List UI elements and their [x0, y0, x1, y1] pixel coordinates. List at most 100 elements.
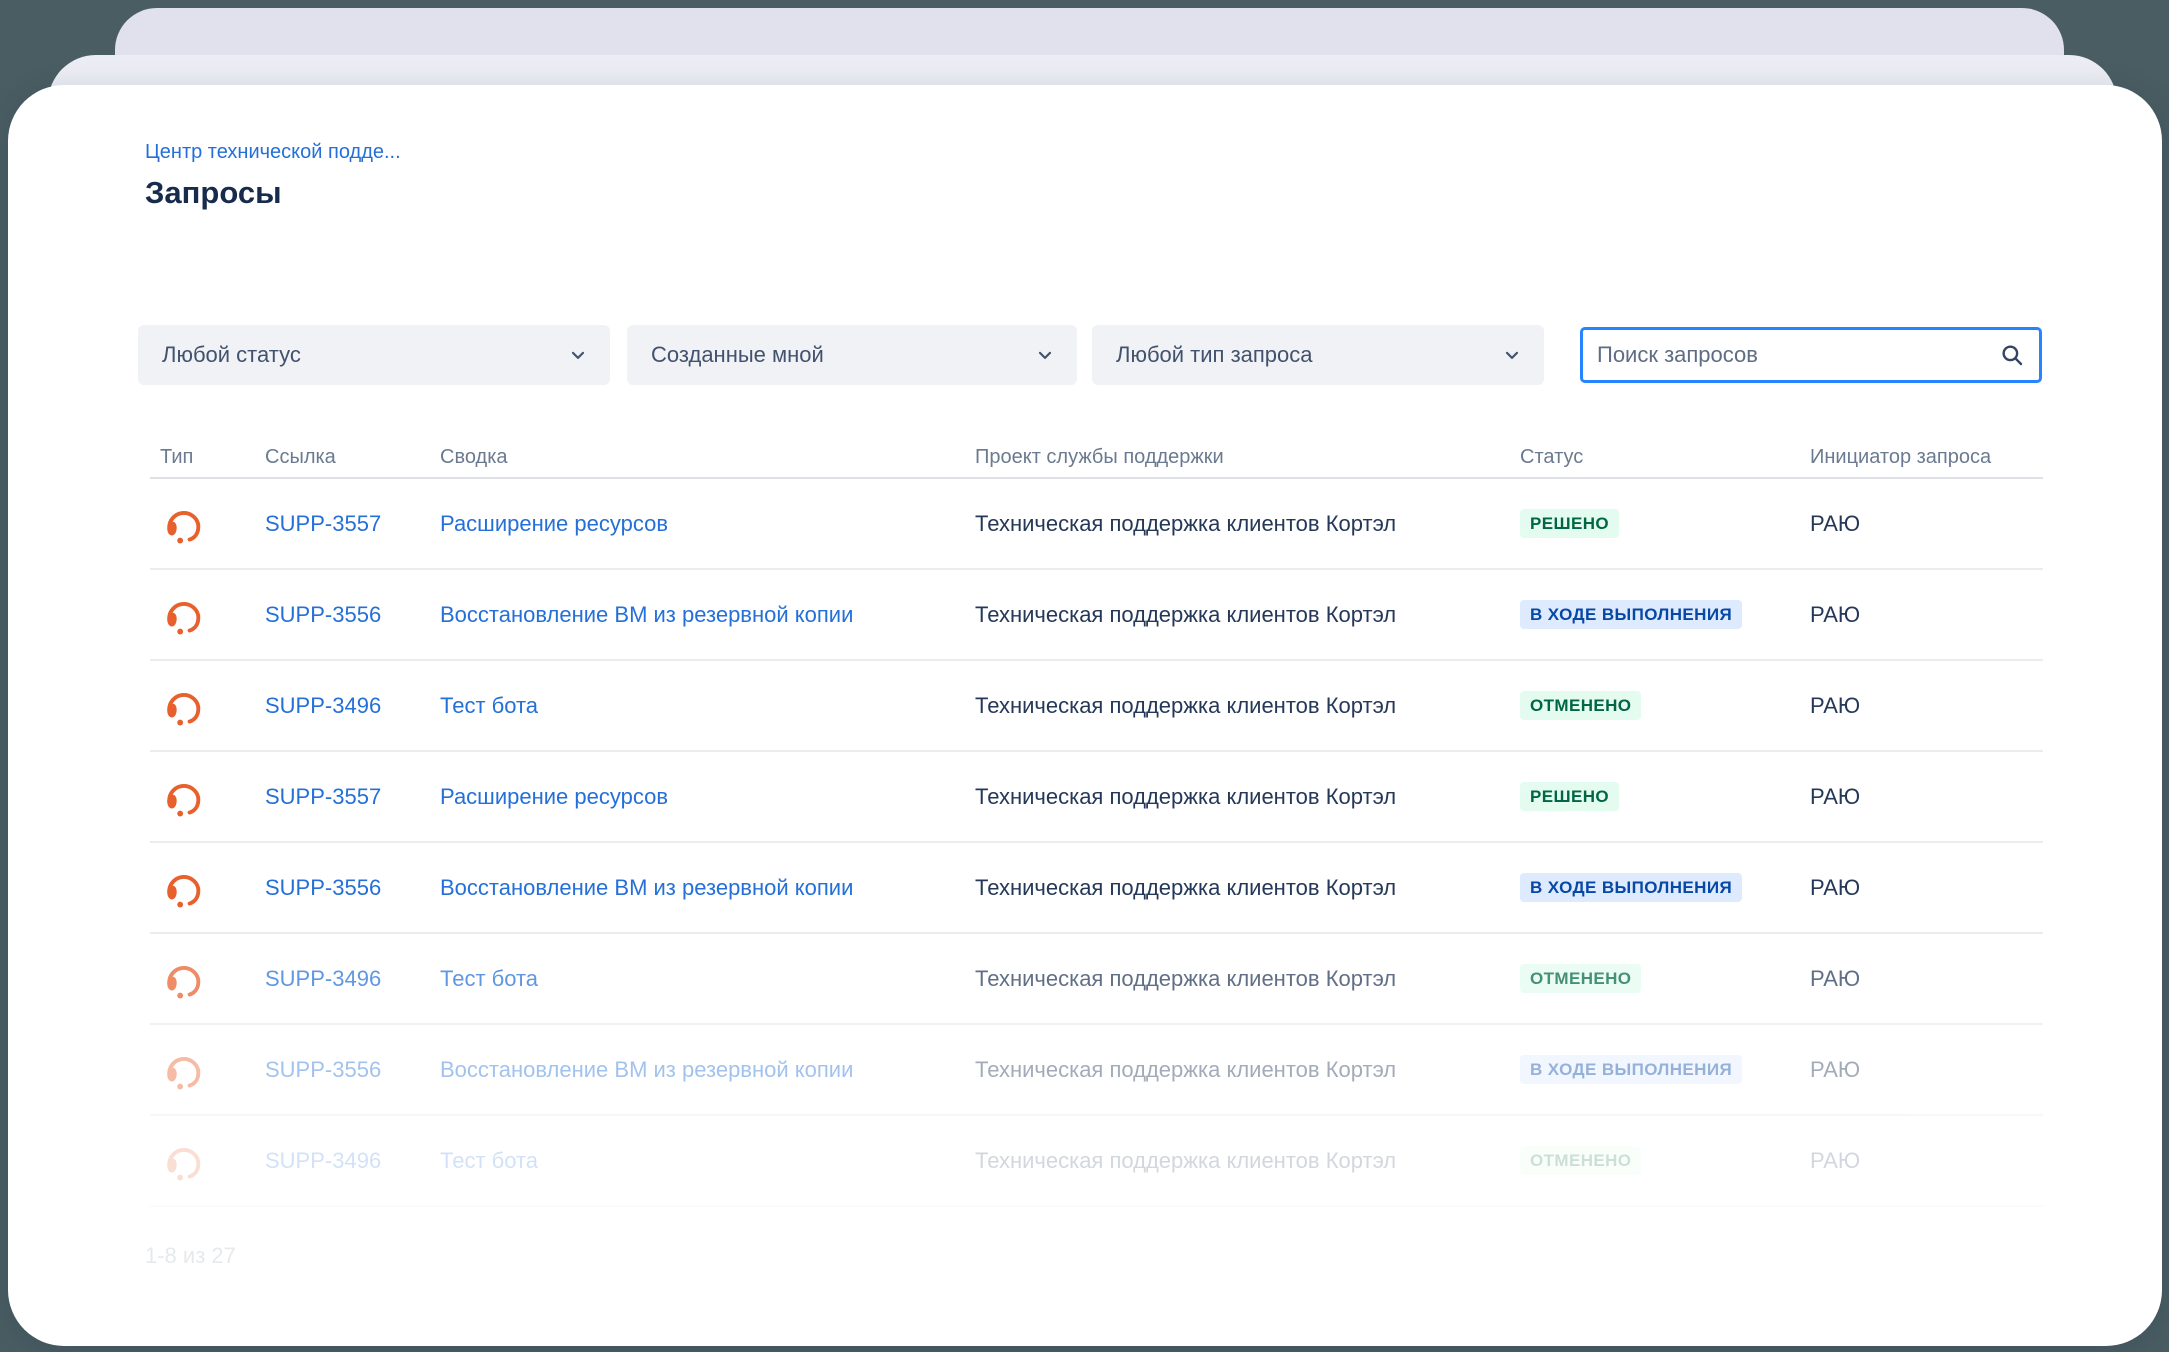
status-cell: В ХОДЕ ВЫПОЛНЕНИЯ: [1510, 600, 1800, 629]
breadcrumb-help-center-link[interactable]: Центр технической подде...: [145, 141, 401, 164]
page-title: Запросы: [145, 175, 282, 210]
request-summary-link[interactable]: Расширение ресурсов: [440, 511, 668, 536]
status-badge: РЕШЕНО: [1520, 509, 1619, 538]
column-header-type: Тип: [160, 445, 194, 468]
column-header-project: Проект службы поддержки: [975, 445, 1224, 468]
reporter-cell: РАЮ: [1810, 874, 1861, 900]
request-summary-link[interactable]: Восстановление ВМ из резервной копии: [440, 875, 853, 900]
owner-filter-value: Созданные мной: [651, 342, 824, 367]
headset-icon: [167, 1057, 201, 1090]
request-summary-link[interactable]: Расширение ресурсов: [440, 784, 668, 809]
search-icon: [2002, 345, 2023, 366]
status-cell: ОТМЕНЕНО: [1510, 1146, 1800, 1175]
request-reference-link[interactable]: SUPP-3496: [265, 1148, 381, 1173]
request-summary-cell: Тест бота: [430, 966, 965, 992]
portal-window: Центр технической подде... Запросы Любой…: [8, 85, 2162, 1346]
status-badge: ОТМЕНЕНО: [1520, 691, 1642, 720]
status-badge: ОТМЕНЕНО: [1520, 1146, 1642, 1175]
request-type-cell: [150, 864, 255, 911]
status-badge: РЕШЕНО: [1520, 782, 1619, 811]
request-reference-cell: SUPP-3556: [255, 1057, 430, 1083]
request-summary-cell: Расширение ресурсов: [430, 511, 965, 537]
request-type-cell: [150, 682, 255, 729]
reporter-cell: РАЮ: [1810, 510, 1861, 536]
table-row: SUPP-3557 Расширение ресурсов Техническа…: [150, 479, 2043, 570]
request-summary-link[interactable]: Тест бота: [440, 693, 538, 718]
table-row: SUPP-3556 Восстановление ВМ из резервной…: [150, 1025, 2043, 1116]
service-project-cell: Техническая поддержка клиентов Кортэл: [975, 1147, 1397, 1173]
status-cell: ОТМЕНЕНО: [1510, 964, 1800, 993]
table-row: SUPP-3496 Тест бота Техническая поддержк…: [150, 1116, 2043, 1207]
request-type-cell: [150, 500, 255, 547]
request-type-cell: [150, 1046, 255, 1093]
headset-icon: [167, 875, 201, 908]
headset-icon: [167, 966, 201, 999]
status-badge: В ХОДЕ ВЫПОЛНЕНИЯ: [1520, 873, 1743, 902]
request-summary-link[interactable]: Тест бота: [440, 966, 538, 991]
request-reference-link[interactable]: SUPP-3496: [265, 693, 381, 718]
table-row: SUPP-3556 Восстановление ВМ из резервной…: [150, 570, 2043, 661]
status-cell: В ХОДЕ ВЫПОЛНЕНИЯ: [1510, 1055, 1800, 1084]
request-reference-link[interactable]: SUPP-3557: [265, 511, 381, 536]
chevron-down-icon: [571, 351, 585, 359]
column-header-reference: Ссылка: [265, 445, 336, 468]
request-summary-cell: Восстановление ВМ из резервной копии: [430, 875, 965, 901]
request-type-cell: [150, 591, 255, 638]
service-project-cell: Техническая поддержка клиентов Кортэл: [975, 874, 1397, 900]
search-box: [1580, 327, 2042, 383]
request-summary-cell: Тест бота: [430, 693, 965, 719]
reporter-cell: РАЮ: [1810, 965, 1861, 991]
table-row: SUPP-3496 Тест бота Техническая поддержк…: [150, 934, 2043, 1025]
request-type-cell: [150, 1137, 255, 1184]
status-cell: РЕШЕНО: [1510, 782, 1800, 811]
service-project-cell: Техническая поддержка клиентов Кортэл: [975, 965, 1397, 991]
service-project-cell: Техническая поддержка клиентов Кортэл: [975, 692, 1397, 718]
request-summary-link[interactable]: Тест бота: [440, 1148, 538, 1173]
status-filter-value: Любой статус: [162, 342, 301, 367]
owner-filter-dropdown[interactable]: Созданные мной: [627, 325, 1077, 385]
column-header-summary: Сводка: [440, 445, 508, 468]
request-reference-cell: SUPP-3557: [255, 784, 430, 810]
chevron-down-icon: [1038, 351, 1052, 359]
status-cell: ОТМЕНЕНО: [1510, 691, 1800, 720]
service-project-cell: Техническая поддержка клиентов Кортэл: [975, 1056, 1397, 1082]
request-reference-cell: SUPP-3556: [255, 875, 430, 901]
headset-icon: [167, 602, 201, 635]
service-project-cell: Техническая поддержка клиентов Кортэл: [975, 510, 1397, 536]
reporter-cell: РАЮ: [1810, 783, 1861, 809]
column-header-status: Статус: [1520, 445, 1584, 468]
filter-bar: Любой статус Созданные мной Любой тип за…: [8, 325, 2162, 385]
column-header-reporter: Инициатор запроса: [1810, 445, 1992, 468]
request-reference-link[interactable]: SUPP-3496: [265, 966, 381, 991]
reporter-cell: РАЮ: [1810, 601, 1861, 627]
request-reference-link[interactable]: SUPP-3556: [265, 875, 381, 900]
request-type-cell: [150, 773, 255, 820]
request-reference-link[interactable]: SUPP-3556: [265, 602, 381, 627]
request-summary-link[interactable]: Восстановление ВМ из резервной копии: [440, 1057, 853, 1082]
headset-icon: [167, 1148, 201, 1181]
service-project-cell: Техническая поддержка клиентов Кортэл: [975, 601, 1397, 627]
request-reference-link[interactable]: SUPP-3557: [265, 784, 381, 809]
table-row: SUPP-3556 Восстановление ВМ из резервной…: [150, 843, 2043, 934]
request-reference-cell: SUPP-3556: [255, 602, 430, 628]
request-summary-link[interactable]: Восстановление ВМ из резервной копии: [440, 602, 853, 627]
status-badge: В ХОДЕ ВЫПОЛНЕНИЯ: [1520, 1055, 1743, 1084]
request-type-filter-dropdown[interactable]: Любой тип запроса: [1092, 325, 1544, 385]
chevron-down-icon: [1505, 351, 1519, 359]
status-filter-dropdown[interactable]: Любой статус: [138, 325, 610, 385]
status-badge: ОТМЕНЕНО: [1520, 964, 1642, 993]
table-body: SUPP-3557 Расширение ресурсов Техническа…: [150, 479, 2043, 1207]
reporter-cell: РАЮ: [1810, 1056, 1861, 1082]
headset-icon: [167, 511, 201, 544]
service-project-cell: Техническая поддержка клиентов Кортэл: [975, 783, 1397, 809]
table-header-row: Тип Ссылка Сводка Проект службы поддержк…: [150, 437, 2043, 479]
requests-table: Тип Ссылка Сводка Проект службы поддержк…: [150, 437, 2043, 1207]
search-input[interactable]: [1597, 342, 1999, 368]
request-type-filter-value: Любой тип запроса: [1116, 342, 1313, 367]
reporter-cell: РАЮ: [1810, 692, 1861, 718]
request-summary-cell: Тест бота: [430, 1148, 965, 1174]
status-cell: В ХОДЕ ВЫПОЛНЕНИЯ: [1510, 873, 1800, 902]
request-reference-link[interactable]: SUPP-3556: [265, 1057, 381, 1082]
table-row: SUPP-3557 Расширение ресурсов Техническа…: [150, 752, 2043, 843]
request-type-cell: [150, 955, 255, 1002]
